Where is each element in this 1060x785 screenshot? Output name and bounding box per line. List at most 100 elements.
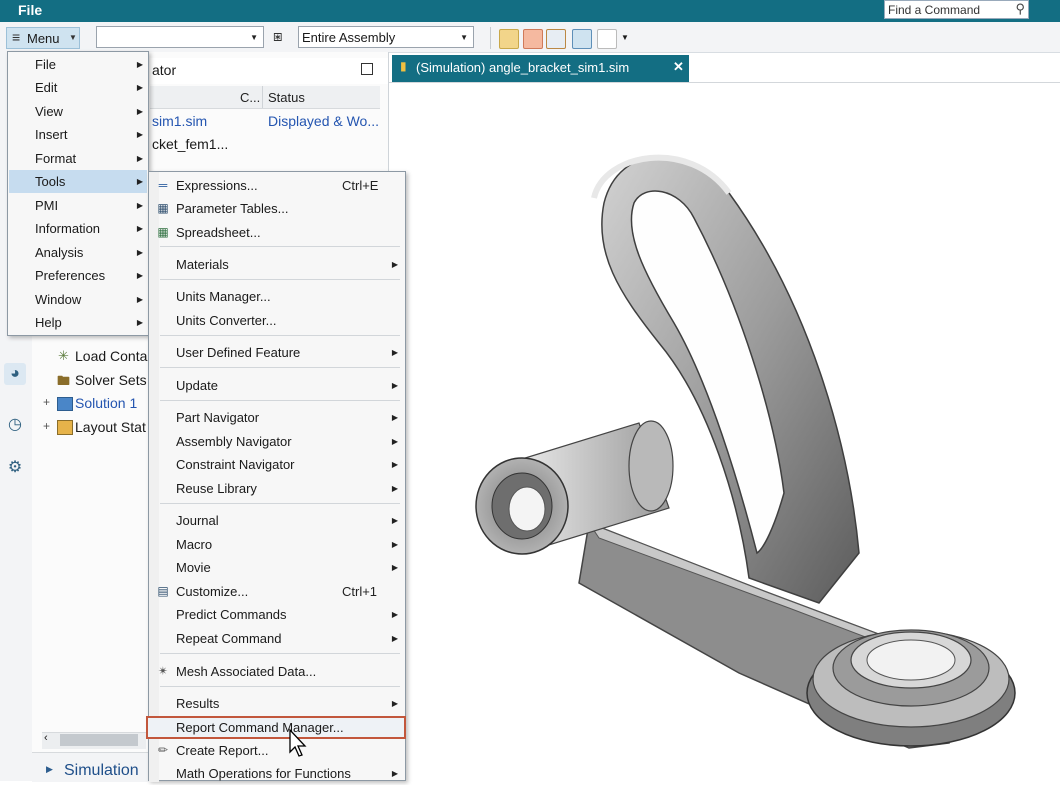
column-header-c[interactable]: C... bbox=[240, 90, 260, 105]
menu-item-file[interactable]: File ▶ bbox=[35, 53, 143, 76]
find-command-input[interactable]: Find a Command ⚲ bbox=[884, 0, 1029, 19]
find-command-placeholder: Find a Command bbox=[888, 3, 981, 17]
snap-point-icon[interactable] bbox=[572, 29, 592, 49]
sim-file-status: Displayed & Wo... bbox=[268, 113, 380, 129]
layout-state-icon bbox=[57, 420, 73, 435]
filter-icon[interactable]: ⧆ bbox=[273, 28, 283, 45]
toolbar-divider bbox=[490, 27, 491, 49]
menu-item-format[interactable]: Format ▶ bbox=[35, 147, 143, 170]
scrollbar-thumb[interactable] bbox=[60, 734, 138, 746]
menu-separator bbox=[160, 503, 400, 504]
chevron-down-icon[interactable]: ▼ bbox=[621, 33, 629, 42]
file-menu-tab[interactable]: File bbox=[18, 2, 42, 18]
menu-item-macro[interactable]: Macro ▶ bbox=[176, 533, 398, 556]
menu-separator bbox=[160, 246, 400, 247]
main-menu: File ▶ Edit ▶ View ▶ Insert ▶ Format ▶ Tools ▶… bbox=[7, 51, 149, 336]
menu-item-edit[interactable]: Edit ▶ bbox=[35, 76, 143, 99]
graphics-window[interactable] bbox=[389, 83, 1060, 781]
menu-item-insert[interactable]: Insert ▶ bbox=[35, 123, 143, 146]
menu-separator bbox=[160, 279, 400, 280]
mouse-cursor-icon bbox=[289, 728, 307, 757]
menu-item-math-operations[interactable]: Math Operations for Functions ▶ bbox=[176, 762, 398, 785]
menu-item-tools[interactable]: Tools ▶ bbox=[9, 170, 147, 193]
folder-icon: 🖿 bbox=[57, 373, 71, 388]
angle-bracket-model bbox=[475, 154, 1016, 749]
menu-item-update[interactable]: Update ▶ bbox=[176, 374, 398, 397]
menu-item-predict-commands[interactable]: Predict Commands ▶ bbox=[176, 603, 398, 626]
menu-item-journal[interactable]: Journal ▶ bbox=[176, 509, 398, 532]
menu-item-assembly-navigator[interactable]: Assembly Navigator ▶ bbox=[176, 430, 398, 453]
document-tab[interactable]: ▮ (Simulation) angle_bracket_sim1.sim ✕ bbox=[392, 55, 689, 82]
menu-item-units-converter[interactable]: Units Converter... bbox=[176, 309, 398, 332]
menu-separator bbox=[160, 686, 400, 687]
menu-item-help[interactable]: Help ▶ bbox=[35, 311, 143, 334]
sim-file-icon: ▮ bbox=[400, 59, 407, 73]
tree-item-solver-sets[interactable]: Solver Sets bbox=[75, 372, 147, 388]
navigator-title: ator bbox=[152, 62, 177, 78]
menu-item-pmi[interactable]: PMI ▶ bbox=[35, 194, 143, 217]
close-tab-icon[interactable]: ✕ bbox=[673, 59, 684, 75]
menu-item-customize[interactable]: ▤ Customize... Ctrl+1 bbox=[157, 580, 398, 603]
menu-separator bbox=[160, 400, 400, 401]
menu-item-movie[interactable]: Movie ▶ bbox=[176, 556, 398, 579]
menu-gutter bbox=[149, 172, 159, 782]
maximize-icon[interactable] bbox=[361, 63, 373, 75]
menu-item-create-report[interactable]: ✏ Create Report... bbox=[158, 739, 398, 762]
menu-button-label: Menu bbox=[27, 31, 60, 46]
load-container-icon: ✳ bbox=[58, 348, 69, 363]
tree-item-load-container[interactable]: Load Conta bbox=[75, 348, 147, 364]
tree-item-layout-state[interactable]: Layout Stat bbox=[75, 419, 146, 435]
color-select-icon[interactable] bbox=[523, 29, 543, 49]
chevron-down-icon: ▼ bbox=[69, 33, 77, 42]
column-header-status[interactable]: Status bbox=[268, 90, 305, 105]
menu-item-expressions[interactable]: ═ Expressions... Ctrl+E bbox=[159, 174, 398, 197]
menu-item-parameter-tables[interactable]: ▦ Parameter Tables... bbox=[157, 197, 398, 220]
menu-item-mesh-associated-data[interactable]: ✴ Mesh Associated Data... bbox=[158, 660, 398, 683]
expand-icon[interactable]: + bbox=[43, 395, 50, 409]
menu-item-results[interactable]: Results ▶ bbox=[176, 692, 398, 715]
navigator-column-headers bbox=[150, 86, 380, 109]
scroll-left-icon[interactable]: ‹ bbox=[44, 732, 48, 744]
menu-item-materials[interactable]: Materials ▶ bbox=[176, 253, 398, 276]
menu-item-report-command-manager[interactable]: Report Command Manager... bbox=[176, 716, 398, 739]
menu-item-spreadsheet[interactable]: ▦ Spreadsheet... bbox=[157, 221, 398, 244]
menu-item-view[interactable]: View ▶ bbox=[35, 100, 143, 123]
grid-select-icon[interactable] bbox=[546, 29, 566, 49]
menu-item-user-defined-feature[interactable]: User Defined Feature ▶ bbox=[176, 341, 398, 364]
expand-icon[interactable]: + bbox=[43, 419, 50, 433]
menu-item-units-manager[interactable]: Units Manager... bbox=[176, 285, 398, 308]
menu-item-constraint-navigator[interactable]: Constraint Navigator ▶ bbox=[176, 453, 398, 476]
hamburger-icon: ≡ bbox=[12, 29, 21, 45]
tree-row-fem-file[interactable]: cket_fem1... bbox=[152, 136, 228, 152]
menu-item-preferences[interactable]: Preferences ▶ bbox=[35, 264, 143, 287]
menu-item-information[interactable]: Information ▶ bbox=[35, 217, 143, 240]
column-divider bbox=[262, 86, 263, 108]
selection-scope-dropdown[interactable]: Entire Assembly ▼ bbox=[298, 26, 474, 48]
history-clock-icon[interactable]: ◷ bbox=[4, 414, 26, 436]
chevron-down-icon: ▼ bbox=[460, 33, 468, 42]
menu-item-repeat-command[interactable]: Repeat Command ▶ bbox=[176, 627, 398, 650]
document-tab-title: (Simulation) angle_bracket_sim1.sim bbox=[416, 60, 630, 75]
role-icon[interactable]: ⚙ bbox=[4, 457, 26, 479]
menu-item-reuse-library[interactable]: Reuse Library ▶ bbox=[176, 477, 398, 500]
grid-icon[interactable] bbox=[597, 29, 617, 49]
selection-filter-dropdown[interactable]: ▼ bbox=[96, 26, 264, 48]
menu-item-window[interactable]: Window ▶ bbox=[35, 288, 143, 311]
search-icon[interactable]: ⚲ bbox=[1015, 1, 1025, 17]
simulation-panel-label[interactable]: Simulation bbox=[64, 762, 139, 780]
menu-separator bbox=[160, 653, 400, 654]
selection-scope-value: Entire Assembly bbox=[302, 30, 396, 45]
menu-separator bbox=[160, 367, 400, 368]
menu-separator bbox=[160, 335, 400, 336]
solution-icon bbox=[57, 397, 73, 411]
select-feature-icon[interactable] bbox=[499, 29, 519, 49]
globe-icon[interactable]: ◕ bbox=[4, 363, 26, 385]
tree-item-solution-1[interactable]: Solution 1 bbox=[75, 395, 137, 411]
menu-item-part-navigator[interactable]: Part Navigator ▶ bbox=[176, 406, 398, 429]
menu-item-analysis[interactable]: Analysis ▶ bbox=[35, 241, 143, 264]
chevron-down-icon: ▼ bbox=[250, 33, 258, 42]
expand-arrow-icon[interactable]: ▶ bbox=[46, 764, 53, 775]
menu-button[interactable]: ≡ Menu ▼ bbox=[6, 27, 80, 49]
tree-row-sim-file[interactable]: sim1.sim bbox=[152, 113, 207, 129]
navigator-header bbox=[150, 58, 388, 84]
